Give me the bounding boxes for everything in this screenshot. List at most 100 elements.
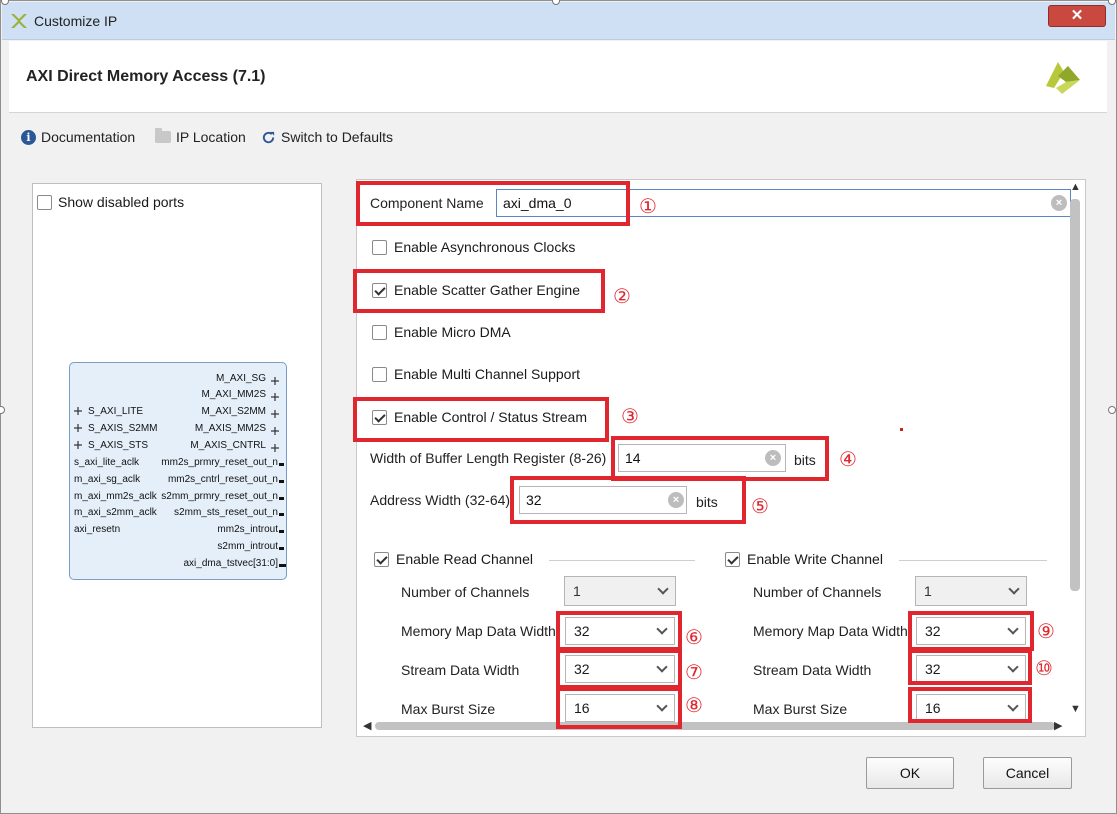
address-width-label: Address Width (32-64): [370, 492, 511, 508]
annotation-number: ③: [621, 404, 639, 428]
port-label: M_AXI_MM2S: [201, 389, 266, 400]
window-title: Customize IP: [34, 13, 118, 29]
show-disabled-ports-checkbox[interactable]: [37, 194, 52, 210]
port-label: s2mm_prmry_reset_out_n: [161, 491, 278, 502]
annotation-box: [356, 181, 630, 226]
port-label: axi_dma_tstvec[31:0]: [183, 558, 279, 569]
port-label: m_axi_s2mm_aclk: [74, 507, 157, 518]
info-icon: i: [21, 129, 36, 145]
write-num-channels-value: 1: [924, 583, 932, 599]
toolbar: i Documentation IP Location Switch to De…: [9, 114, 1107, 162]
buffer-length-label: Width of Buffer Length Register (8-26): [370, 450, 607, 466]
right-port-pins-icon: [271, 377, 286, 567]
enable-async-clocks-label: Enable Asynchronous Clocks: [394, 239, 576, 255]
enable-multi-channel-option[interactable]: Enable Multi Channel Support: [372, 366, 580, 382]
enable-read-channel-checkbox[interactable]: [374, 551, 389, 567]
documentation-link[interactable]: i Documentation: [21, 129, 135, 145]
annotation-number: ⑤: [751, 494, 769, 518]
read-max-burst-label: Max Burst Size: [401, 701, 496, 717]
enable-read-channel-option[interactable]: Enable Read Channel: [374, 551, 533, 567]
xilinx-brand-logo-icon: [1046, 62, 1080, 94]
read-mm-data-width-label: Memory Map Data Width: [401, 623, 556, 639]
show-disabled-ports-label: Show disabled ports: [58, 194, 185, 210]
annotation-box: [510, 476, 746, 524]
close-button[interactable]: ✕: [1048, 5, 1106, 27]
ip-location-label: IP Location: [176, 129, 246, 145]
xilinx-logo-icon: [11, 14, 27, 28]
scroll-up-icon[interactable]: ▲: [1070, 181, 1081, 193]
annotation-box: [908, 687, 1032, 723]
port-label: M_AXIS_MM2S: [194, 423, 266, 434]
enable-micro-dma-label: Enable Micro DMA: [394, 324, 511, 340]
port-label: M_AXIS_CNTRL: [190, 440, 266, 451]
port-label: S_AXIS_STS: [88, 440, 149, 451]
write-max-burst-label: Max Burst Size: [753, 701, 848, 717]
folder-icon: [155, 128, 171, 143]
enable-micro-dma-option[interactable]: Enable Micro DMA: [372, 324, 511, 340]
cancel-button[interactable]: Cancel: [983, 757, 1072, 789]
title-bar: Customize IP ✕: [2, 2, 1115, 40]
switch-defaults-label: Switch to Defaults: [281, 129, 394, 145]
ip-symbol-block: M_AXI_SG M_AXI_MM2S M_AXI_S2MM M_AXIS_MM…: [69, 362, 287, 580]
vertical-scroll-thumb[interactable]: [1070, 199, 1080, 591]
refresh-icon: [262, 131, 275, 143]
enable-write-channel-option[interactable]: Enable Write Channel: [725, 551, 883, 567]
resize-handle[interactable]: [0, 406, 5, 414]
write-num-channels-select[interactable]: 1: [915, 576, 1027, 606]
show-disabled-ports-option[interactable]: Show disabled ports: [37, 194, 184, 210]
ip-title: AXI Direct Memory Access (7.1): [26, 68, 266, 85]
enable-read-channel-label: Enable Read Channel: [396, 551, 533, 567]
port-label: mm2s_cntrl_reset_out_n: [167, 474, 278, 485]
port-label: M_AXI_S2MM: [201, 406, 266, 417]
annotation-number: ⑩: [1035, 656, 1053, 680]
switch-defaults-link[interactable]: Switch to Defaults: [261, 129, 393, 145]
enable-write-channel-checkbox[interactable]: [725, 551, 740, 567]
scroll-right-icon[interactable]: ▶: [1054, 719, 1062, 732]
enable-micro-dma-checkbox[interactable]: [372, 324, 387, 340]
write-stream-data-width-label: Stream Data Width: [753, 662, 872, 678]
resize-handle[interactable]: [1108, 406, 1116, 414]
scroll-left-icon[interactable]: ◀: [363, 719, 371, 732]
clear-icon[interactable]: ×: [1051, 195, 1067, 211]
horizontal-scroll-thumb[interactable]: [375, 722, 1055, 730]
annotation-box: [556, 687, 682, 729]
left-port-pins-icon: [74, 407, 82, 449]
port-label: S_AXIS_S2MM: [88, 423, 158, 434]
annotation-number: ①: [639, 194, 657, 218]
port-label: m_axi_mm2s_aclk: [74, 491, 157, 502]
annotation-box: [556, 649, 682, 689]
read-num-channels-select[interactable]: 1: [564, 576, 676, 606]
documentation-label: Documentation: [41, 129, 136, 145]
write-num-channels-label: Number of Channels: [753, 584, 882, 600]
annotation-box: [611, 436, 829, 481]
annotation-number: ⑨: [1037, 619, 1055, 643]
chevron-down-icon: [1008, 583, 1020, 595]
annotation-number: ⑥: [685, 625, 703, 649]
dialog-header: AXI Direct Memory Access (7.1): [9, 41, 1107, 113]
read-num-channels-value: 1: [573, 583, 581, 599]
port-label: M_AXI_SG: [215, 373, 266, 384]
ok-button[interactable]: OK: [866, 757, 954, 789]
annotation-box: [908, 649, 1032, 685]
write-mm-data-width-label: Memory Map Data Width: [753, 623, 908, 639]
annotation-box: [353, 269, 605, 313]
enable-async-clocks-checkbox[interactable]: [372, 239, 387, 255]
read-num-channels-label: Number of Channels: [401, 584, 530, 600]
annotation-number: ④: [839, 447, 857, 471]
customize-ip-window: Customize IP ✕ AXI Direct Memory Access …: [0, 0, 1117, 814]
annotation-number: ②: [613, 284, 631, 308]
port-label: s2mm_sts_reset_out_n: [174, 507, 278, 518]
ip-location-link[interactable]: IP Location: [155, 128, 246, 145]
enable-multi-channel-label: Enable Multi Channel Support: [394, 366, 581, 382]
group-divider: [899, 560, 1047, 561]
enable-async-clocks-option[interactable]: Enable Asynchronous Clocks: [372, 239, 575, 255]
annotation-box: [556, 611, 682, 651]
scroll-down-icon[interactable]: ▼: [1070, 703, 1081, 715]
read-stream-data-width-label: Stream Data Width: [401, 662, 520, 678]
enable-multi-channel-checkbox[interactable]: [372, 366, 387, 382]
annotation-box: [353, 397, 609, 442]
group-divider: [549, 560, 695, 561]
enable-write-channel-label: Enable Write Channel: [747, 551, 883, 567]
chevron-down-icon: [657, 583, 669, 595]
stray-dot: [900, 428, 903, 431]
